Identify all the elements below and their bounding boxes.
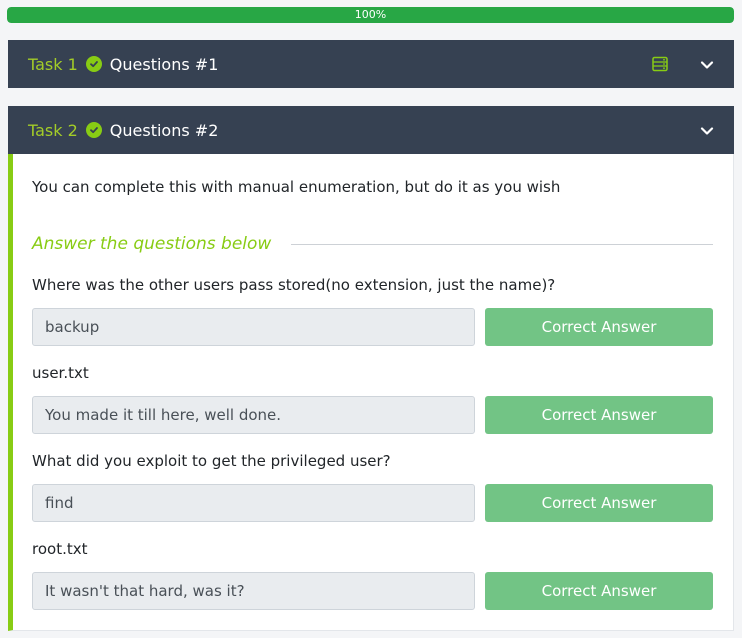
correct-answer-button[interactable]: Correct Answer — [485, 308, 713, 346]
task-number: Task 1 — [28, 54, 78, 74]
answer-field[interactable]: You made it till here, well done. — [32, 396, 475, 434]
answer-field[interactable]: It wasn't that hard, was it? — [32, 572, 475, 610]
correct-answer-button[interactable]: Correct Answer — [485, 396, 713, 434]
question-prompt: root.txt — [32, 540, 88, 558]
answer-section-heading: Answer the questions below — [32, 234, 272, 254]
task-1-header[interactable]: Task 1 Questions #1 — [8, 40, 734, 88]
correct-answer-button[interactable]: Correct Answer — [485, 572, 713, 610]
answer-field[interactable]: backup — [32, 308, 475, 346]
question-prompt: What did you exploit to get the privileg… — [32, 452, 391, 470]
check-circle-icon — [85, 56, 102, 72]
chevron-down-icon[interactable] — [700, 123, 714, 137]
task-title: Questions #1 — [109, 54, 219, 74]
progress-label: 100% — [354, 8, 387, 21]
chevron-down-icon[interactable] — [700, 57, 714, 71]
task-intro: You can complete this with manual enumer… — [32, 178, 561, 196]
progress-fill: 100% — [7, 7, 734, 23]
server-icon[interactable] — [652, 56, 668, 72]
answer-field[interactable]: find — [32, 484, 475, 522]
question-prompt: user.txt — [32, 364, 89, 382]
task-title: Questions #2 — [109, 120, 219, 140]
progress-bar: 100% — [7, 7, 734, 23]
correct-answer-button[interactable]: Correct Answer — [485, 484, 713, 522]
question-prompt: Where was the other users pass stored(no… — [32, 276, 556, 294]
task-number: Task 2 — [28, 120, 78, 140]
heading-divider — [291, 244, 713, 245]
task-2-body: You can complete this with manual enumer… — [8, 154, 734, 631]
check-circle-icon — [85, 122, 102, 138]
task-2-header[interactable]: Task 2 Questions #2 — [8, 106, 734, 154]
